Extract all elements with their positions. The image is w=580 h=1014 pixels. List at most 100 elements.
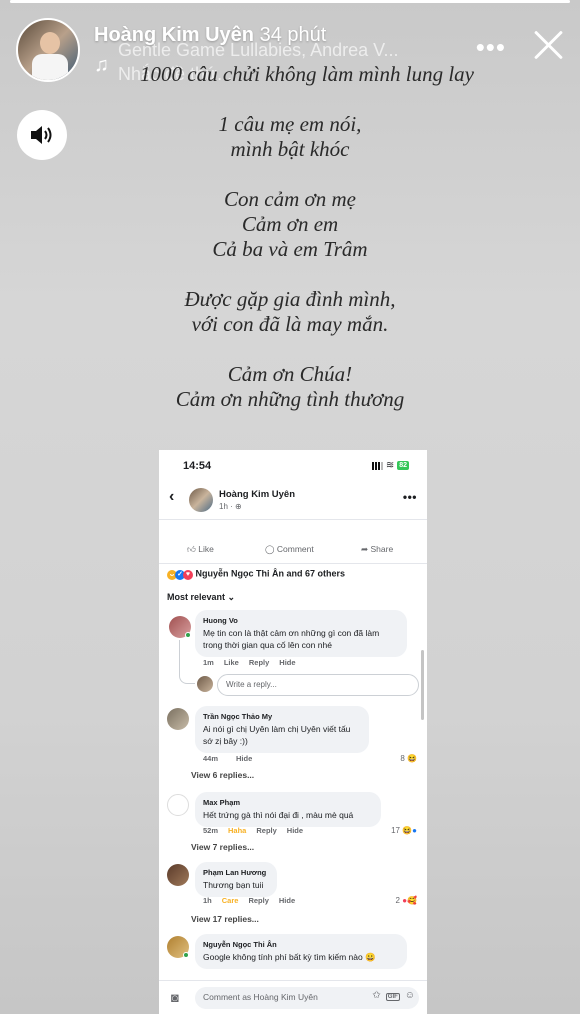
comment-time: 1m (203, 658, 214, 667)
love-icon: ♥ (183, 570, 193, 580)
avatar[interactable] (16, 18, 80, 82)
comment-author[interactable]: Huong Vo (203, 616, 399, 625)
reaction-icons: ᴗ ✓ ♥ (167, 568, 193, 580)
reaction-count: 8 (400, 754, 405, 763)
comment-avatar[interactable] (167, 864, 189, 886)
comment-reply-button[interactable]: Reply (248, 896, 268, 905)
comment-reply-button[interactable]: Reply (249, 658, 269, 667)
comment-bubble[interactable]: Phạm Lan Hương Thương bạn tuii (195, 862, 277, 897)
poem-stanza: Được gặp gia đình mình, với con đã là may… (140, 287, 440, 337)
chevron-down-icon: ⌄ (227, 592, 236, 602)
comment-reply-button[interactable]: Reply (256, 826, 276, 835)
comment-bubble[interactable]: Huong Vo Mẹ tin con là thật cảm ơn những… (195, 610, 407, 657)
comment-hide-button[interactable]: Hide (279, 896, 295, 905)
comment-haha-button[interactable]: Haha (228, 826, 246, 835)
sticker-icon[interactable]: ✩ (372, 990, 380, 1001)
like-button[interactable]: 👍︎ Like (187, 544, 214, 555)
camera-icon[interactable]: ◙ (171, 990, 179, 1005)
comment-text: Ai nói gì chị Uyên làm chị Uyên viết tấu… (203, 724, 351, 746)
scrollbar[interactable] (421, 650, 424, 720)
online-indicator (183, 952, 189, 958)
comment-meta: 44m Hide (203, 754, 262, 763)
comment-bubble[interactable]: Max Phạm Hết trứng gà thì nói đại đi , m… (195, 792, 381, 827)
story-progress-bar (10, 0, 570, 3)
view-replies-link[interactable]: View 7 replies... (191, 842, 254, 852)
poem-stanza: 1000 câu chửi không làm mình lung lay (140, 62, 474, 87)
story-poem-text: 1000 câu chửi không làm mình lung lay 1 c… (140, 62, 474, 437)
comment-text: Google không tính phí bất kỳ tìm kiếm nà… (203, 952, 376, 962)
comment-time: 44m (203, 754, 219, 763)
view-replies-link[interactable]: View 17 replies... (191, 914, 259, 924)
comment-author[interactable]: Phạm Lan Hương (203, 868, 269, 877)
like-label: Like (198, 544, 214, 554)
view-replies-link[interactable]: View 6 replies... (191, 770, 254, 780)
online-indicator (185, 632, 191, 638)
comment-label: Comment (276, 544, 314, 554)
poem-line: với con đã là may mắn. (191, 312, 389, 336)
thread-line (179, 640, 195, 684)
post-more-icon[interactable]: ••• (403, 490, 417, 504)
comment-care-button[interactable]: Care (222, 896, 239, 905)
comment-avatar[interactable] (167, 794, 189, 816)
back-icon[interactable]: ‹ (169, 488, 174, 506)
comment-text: Mẹ tin con là thật cảm ơn những gì con đ… (203, 628, 380, 650)
reaction-count: 17 (391, 826, 400, 835)
comment-reaction-count[interactable]: 2 ●🥰 (396, 896, 418, 905)
comment-author[interactable]: Trần Ngọc Thảo My (203, 712, 361, 721)
poem-stanza: 1 câu mẹ em nói, mình bật khóc (140, 112, 440, 162)
comment-text: Hết trứng gà thì nói đại đi , màu mè quá (203, 810, 354, 820)
close-icon[interactable] (532, 28, 564, 60)
comment-author[interactable]: Nguyễn Ngọc Thi Ân (203, 940, 399, 949)
comment-author[interactable]: Max Phạm (203, 798, 373, 807)
post-action-bar: 👍︎ Like ◯ Comment ➦ Share (159, 536, 427, 564)
sort-label: Most relevant (167, 592, 226, 602)
comment-reaction-count[interactable]: 17 😆● (391, 826, 417, 835)
comment-avatar[interactable] (167, 708, 189, 730)
sound-button[interactable] (17, 110, 67, 160)
poem-line: 1000 câu chửi không làm mình lung lay (140, 62, 474, 86)
poem-line: mình bật khóc (230, 137, 350, 161)
poem-line: Cảm ơn những tình thương (175, 387, 405, 411)
story-progress-fill (10, 0, 570, 3)
poem-stanza: Con cảm ơn mẹ Cảm ơn em Cả ba và em Trâm (140, 187, 440, 262)
post-header: ‹ Hoàng Kim Uyên 1h · ⊕ ••• (159, 482, 427, 520)
post-avatar[interactable] (189, 488, 213, 512)
comment-bubble[interactable]: Nguyễn Ngọc Thi Ân Google không tính phí… (195, 934, 407, 969)
poem-line: Được gặp gia đình mình, (184, 287, 396, 311)
reaction-count: 2 (395, 896, 400, 905)
comment-text: Thương bạn tuii (203, 880, 264, 890)
comment-button[interactable]: ◯ Comment (265, 544, 314, 555)
poem-stanza: Cảm ơn Chúa! Cảm ơn những tình thương (140, 362, 440, 412)
post-meta: 1h · ⊕ (219, 502, 242, 511)
embedded-screenshot: 14:54 ≋ 8 2 ‹ Hoàng Kim Uyên 1h · ⊕ ••• 👍︎… (159, 450, 427, 1014)
more-horizontal-icon[interactable]: ••• (476, 32, 506, 63)
comment-meta: 1m Like Reply Hide (203, 658, 306, 667)
comment-meta: 52m Haha Reply Hide (203, 826, 313, 835)
poem-line: 1 câu mẹ em nói, (218, 112, 362, 136)
reactions-text: Nguyễn Ngọc Thi Ân and 67 others (195, 568, 346, 579)
share-label: Share (370, 544, 394, 554)
wifi-icon: ≋ (385, 460, 395, 471)
comment-time: 52m (203, 826, 219, 835)
comment-hide-button[interactable]: Hide (279, 658, 295, 667)
poem-line: Cảm ơn em (241, 212, 339, 236)
comment-composer: ◙ Comment as Hoàng Kim Uyên ✩ GIF ☺ (159, 980, 427, 1014)
share-button[interactable]: ➦ Share (361, 544, 393, 555)
reply-input[interactable]: Write a reply... (217, 674, 419, 696)
comment-hide-button[interactable]: Hide (287, 826, 303, 835)
reactions-summary[interactable]: ᴗ ✓ ♥ Nguyễn Ngọc Thi Ân and 67 others (159, 568, 427, 590)
gif-icon[interactable]: GIF (385, 993, 400, 1001)
comment-hide-button[interactable]: Hide (236, 754, 252, 763)
post-author[interactable]: Hoàng Kim Uyên (219, 489, 295, 500)
comment-bubble[interactable]: Trần Ngọc Thảo My Ai nói gì chị Uyên làm… (195, 706, 369, 753)
emoji-icon[interactable]: ☺ (405, 990, 415, 1001)
comment-time: 1h (203, 896, 212, 905)
comment-like-button[interactable]: Like (224, 658, 239, 667)
reply-avatar (197, 676, 213, 692)
poem-line: Con cảm ơn mẹ (224, 187, 356, 211)
comment-meta: 1h Care Reply Hide (203, 896, 305, 905)
comment-reaction-count[interactable]: 8 😆 (400, 754, 417, 763)
composer-icons: ✩ GIF ☺ (367, 990, 415, 1001)
comment-placeholder: Comment as Hoàng Kim Uyên (203, 992, 318, 1002)
status-time: 14:54 (183, 460, 212, 472)
